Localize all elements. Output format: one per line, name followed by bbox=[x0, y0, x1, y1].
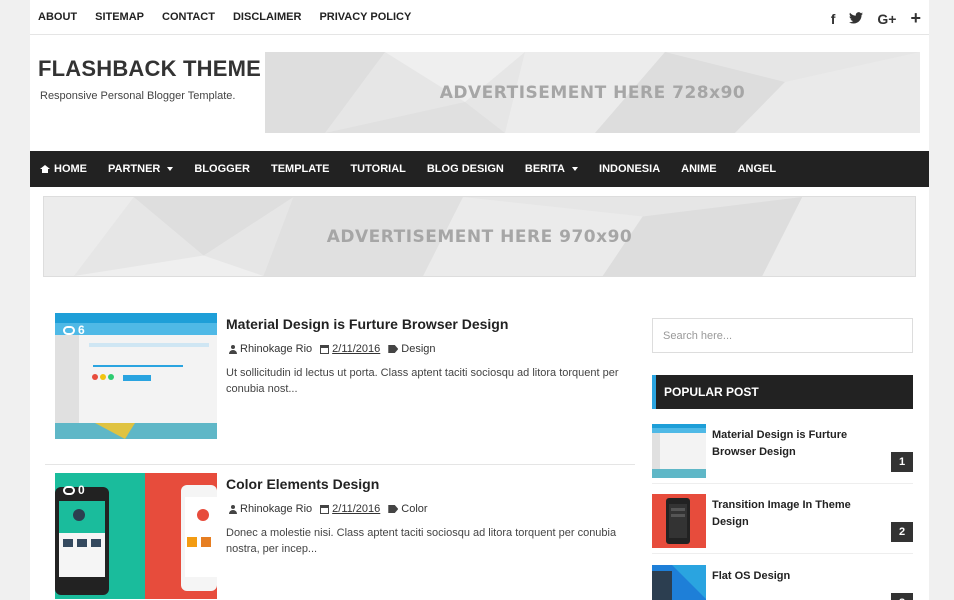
topnav-sitemap[interactable]: SITEMAP bbox=[95, 11, 144, 23]
nav-template-label: TEMPLATE bbox=[270, 163, 330, 175]
calendar-icon bbox=[320, 504, 330, 514]
nav-blog-design-label: BLOG DESIGN bbox=[426, 163, 504, 175]
chevron-down-icon bbox=[572, 167, 579, 171]
popular-post-item[interactable]: Flat OS Design 3 bbox=[652, 565, 913, 600]
post-meta: Rhinokage Rio 2/11/2016 Design bbox=[229, 343, 436, 355]
nav-berita-label: BERITA bbox=[524, 163, 566, 175]
post-date-value: 2/11/2016 bbox=[332, 343, 381, 355]
post-excerpt: Donec a molestie nisi. Class aptent taci… bbox=[226, 527, 617, 555]
post-label[interactable]: Design bbox=[388, 343, 436, 355]
tag-icon bbox=[388, 345, 399, 353]
popular-post-thumbnail[interactable] bbox=[652, 565, 706, 600]
popular-post-thumbnail[interactable] bbox=[652, 424, 706, 478]
comment-count-value: 6 bbox=[78, 323, 85, 337]
ad-banner-970[interactable]: ADVERTISEMENT HERE 970x90 bbox=[43, 196, 916, 277]
post-date[interactable]: 2/11/2016 bbox=[320, 503, 380, 515]
nav-template[interactable]: TEMPLATE bbox=[271, 163, 329, 175]
popular-post-rank: 1 bbox=[891, 452, 913, 472]
popular-post-thumbnail-image bbox=[652, 494, 706, 548]
post-date[interactable]: 2/11/2016 bbox=[320, 343, 380, 355]
post-label-name: Color bbox=[401, 503, 428, 515]
nav-blog-design[interactable]: BLOG DESIGN bbox=[427, 163, 504, 175]
topnav-disclaimer[interactable]: DISCLAIMER bbox=[233, 11, 301, 23]
popular-post-thumbnail-image bbox=[652, 424, 706, 478]
social-links: f G+ + bbox=[831, 8, 921, 29]
post-thumbnail[interactable]: 0 bbox=[55, 473, 217, 599]
nav-indonesia-label: INDONESIA bbox=[599, 163, 661, 175]
user-icon bbox=[229, 344, 237, 354]
top-nav: ABOUT SITEMAP CONTACT DISCLAIMER PRIVACY… bbox=[38, 11, 411, 23]
ad-728-text: ADVERTISEMENT HERE 728x90 bbox=[439, 82, 746, 103]
post-author[interactable]: Rhinokage Rio bbox=[229, 343, 312, 355]
nav-angel-label: ANGEL bbox=[737, 163, 777, 175]
post-label[interactable]: Color bbox=[388, 503, 428, 515]
nav-indonesia[interactable]: INDONESIA bbox=[599, 163, 660, 175]
site-title[interactable]: FLASHBACK THEME bbox=[38, 56, 261, 82]
nav-home[interactable]: HOME bbox=[40, 163, 87, 175]
nav-berita[interactable]: BERITA bbox=[524, 163, 579, 175]
user-icon bbox=[229, 504, 237, 514]
popular-post-thumbnail[interactable] bbox=[652, 494, 706, 548]
chevron-down-icon bbox=[167, 167, 174, 171]
popular-post-rank: 3 bbox=[891, 593, 913, 600]
ad-970-text: ADVERTISEMENT HERE 970x90 bbox=[326, 226, 633, 247]
home-icon bbox=[40, 165, 50, 173]
post-title[interactable]: Material Design is Furture Browser Desig… bbox=[226, 316, 508, 332]
more-icon[interactable]: + bbox=[910, 8, 921, 29]
popular-post-item[interactable]: Material Design is Furture Browser Desig… bbox=[652, 424, 913, 484]
nav-tutorial-label: TUTORIAL bbox=[350, 163, 406, 175]
post-author[interactable]: Rhinokage Rio bbox=[229, 503, 312, 515]
nav-partner-label: PARTNER bbox=[108, 163, 161, 175]
comment-icon bbox=[63, 485, 75, 495]
post-item: 6 Material Design is Furture Browser Des… bbox=[45, 305, 635, 465]
topnav-privacy-policy[interactable]: PRIVACY POLICY bbox=[319, 11, 411, 23]
popular-post-title[interactable]: Flat OS Design bbox=[712, 568, 887, 585]
comment-icon bbox=[63, 325, 75, 335]
popular-post-title[interactable]: Material Design is Furture Browser Desig… bbox=[712, 427, 887, 461]
topnav-about[interactable]: ABOUT bbox=[38, 11, 77, 23]
nav-partner[interactable]: PARTNER bbox=[108, 163, 174, 175]
post-meta: Rhinokage Rio 2/11/2016 Color bbox=[229, 503, 428, 515]
nav-angel[interactable]: ANGEL bbox=[738, 163, 777, 175]
popular-post-rank: 2 bbox=[891, 522, 913, 542]
top-bar: ABOUT SITEMAP CONTACT DISCLAIMER PRIVACY… bbox=[30, 0, 929, 35]
nav-home-label: HOME bbox=[54, 163, 87, 175]
nav-anime-label: ANIME bbox=[681, 163, 717, 175]
popular-post-item[interactable]: Transition Image In Theme Design 2 bbox=[652, 494, 913, 554]
nav-blogger[interactable]: BLOGGER bbox=[194, 163, 250, 175]
popular-post-thumbnail-image bbox=[652, 565, 706, 600]
post-label-name: Design bbox=[401, 343, 436, 355]
popular-post-title[interactable]: Transition Image In Theme Design bbox=[712, 497, 887, 531]
facebook-icon[interactable]: f bbox=[831, 11, 836, 27]
calendar-icon bbox=[320, 344, 330, 354]
main-nav: HOME PARTNER BLOGGER TEMPLATE TUTORIAL B… bbox=[30, 151, 929, 187]
nav-tutorial[interactable]: TUTORIAL bbox=[350, 163, 405, 175]
post-author-name: Rhinokage Rio bbox=[240, 503, 313, 515]
topnav-contact[interactable]: CONTACT bbox=[162, 11, 215, 23]
post-title[interactable]: Color Elements Design bbox=[226, 476, 379, 492]
nav-blogger-label: BLOGGER bbox=[194, 163, 250, 175]
google-plus-icon[interactable]: G+ bbox=[877, 11, 896, 27]
post-author-name: Rhinokage Rio bbox=[240, 343, 313, 355]
popular-post-heading: POPULAR POST bbox=[652, 375, 913, 409]
page: ABOUT SITEMAP CONTACT DISCLAIMER PRIVACY… bbox=[30, 0, 929, 600]
nav-anime[interactable]: ANIME bbox=[681, 163, 716, 175]
comment-count-value: 0 bbox=[78, 483, 85, 497]
ad-banner-728[interactable]: ADVERTISEMENT HERE 728x90 bbox=[265, 52, 920, 133]
search-input[interactable] bbox=[652, 318, 913, 353]
comment-count: 6 bbox=[63, 323, 85, 337]
post-date-value: 2/11/2016 bbox=[332, 503, 381, 515]
twitter-icon[interactable] bbox=[849, 11, 864, 27]
post-excerpt: Ut sollicitudin id lectus ut porta. Clas… bbox=[226, 367, 619, 395]
tag-icon bbox=[388, 505, 399, 513]
comment-count: 0 bbox=[63, 483, 85, 497]
site-tagline: Responsive Personal Blogger Template. bbox=[40, 90, 236, 102]
post-thumbnail[interactable]: 6 bbox=[55, 313, 217, 439]
post-item: 0 Color Elements Design Rhinokage Rio 2/… bbox=[45, 465, 635, 600]
